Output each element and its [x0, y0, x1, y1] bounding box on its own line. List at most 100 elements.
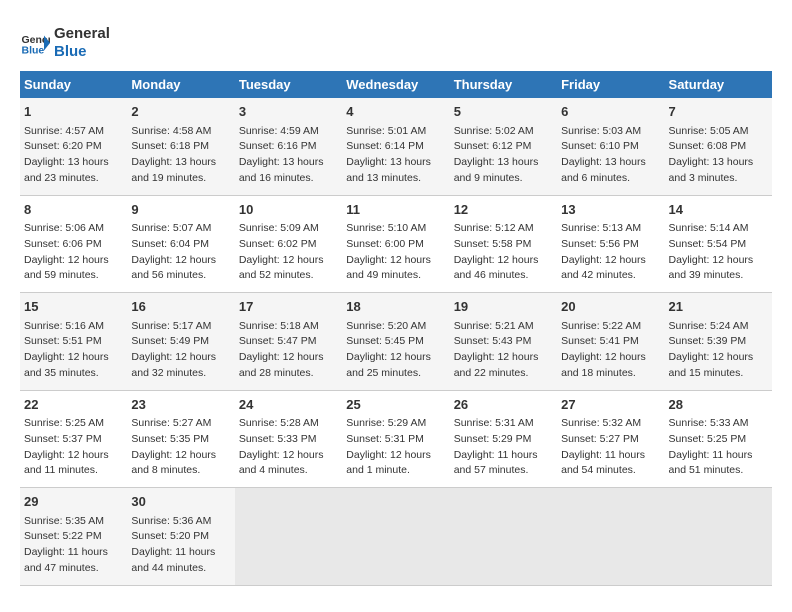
day-info-line: Sunrise: 5:03 AM — [561, 124, 660, 140]
calendar-day-9: 9Sunrise: 5:07 AMSunset: 6:04 PMDaylight… — [127, 195, 234, 293]
calendar-day-3: 3Sunrise: 4:59 AMSunset: 6:16 PMDaylight… — [235, 98, 342, 195]
day-number: 25 — [346, 395, 445, 415]
day-number: 22 — [24, 395, 123, 415]
calendar-day-4: 4Sunrise: 5:01 AMSunset: 6:14 PMDaylight… — [342, 98, 449, 195]
day-info-line: Daylight: 13 hours — [346, 155, 445, 171]
day-info-line: Sunset: 5:54 PM — [669, 237, 768, 253]
day-number: 16 — [131, 297, 230, 317]
day-number: 26 — [454, 395, 553, 415]
day-info-line: Daylight: 13 hours — [24, 155, 123, 171]
day-info-line: Sunrise: 5:33 AM — [669, 416, 768, 432]
calendar-table: SundayMondayTuesdayWednesdayThursdayFrid… — [20, 71, 772, 586]
day-info-line: Sunset: 5:35 PM — [131, 432, 230, 448]
day-info-line: Sunrise: 5:16 AM — [24, 319, 123, 335]
day-info-line: Sunrise: 4:57 AM — [24, 124, 123, 140]
day-info-line: Daylight: 12 hours — [24, 350, 123, 366]
day-info-line: Daylight: 12 hours — [346, 253, 445, 269]
empty-cell — [342, 488, 449, 586]
day-info-line: and 32 minutes. — [131, 366, 230, 382]
calendar-week-3: 15Sunrise: 5:16 AMSunset: 5:51 PMDayligh… — [20, 293, 772, 391]
day-info-line: and 16 minutes. — [239, 171, 338, 187]
day-info-line: and 59 minutes. — [24, 268, 123, 284]
day-number: 24 — [239, 395, 338, 415]
day-number: 20 — [561, 297, 660, 317]
day-info-line: and 28 minutes. — [239, 366, 338, 382]
day-info-line: Sunrise: 5:25 AM — [24, 416, 123, 432]
day-info-line: Daylight: 11 hours — [561, 448, 660, 464]
calendar-day-21: 21Sunrise: 5:24 AMSunset: 5:39 PMDayligh… — [665, 293, 772, 391]
day-info-line: Sunrise: 5:07 AM — [131, 221, 230, 237]
calendar-day-8: 8Sunrise: 5:06 AMSunset: 6:06 PMDaylight… — [20, 195, 127, 293]
day-info-line: Sunset: 5:47 PM — [239, 334, 338, 350]
day-info-line: Sunset: 6:10 PM — [561, 139, 660, 155]
day-info-line: and 47 minutes. — [24, 561, 123, 577]
day-info-line: and 42 minutes. — [561, 268, 660, 284]
day-info-line: and 15 minutes. — [669, 366, 768, 382]
day-info-line: and 22 minutes. — [454, 366, 553, 382]
empty-cell — [557, 488, 664, 586]
day-number: 7 — [669, 102, 768, 122]
calendar-day-18: 18Sunrise: 5:20 AMSunset: 5:45 PMDayligh… — [342, 293, 449, 391]
day-info-line: Sunset: 5:29 PM — [454, 432, 553, 448]
day-info-line: Daylight: 13 hours — [239, 155, 338, 171]
day-info-line: Sunset: 5:31 PM — [346, 432, 445, 448]
day-info-line: Sunset: 5:39 PM — [669, 334, 768, 350]
day-info-line: Daylight: 12 hours — [561, 350, 660, 366]
day-info-line: Daylight: 12 hours — [131, 448, 230, 464]
day-info-line: Daylight: 12 hours — [131, 350, 230, 366]
day-info-line: Daylight: 11 hours — [24, 545, 123, 561]
day-info-line: and 51 minutes. — [669, 463, 768, 479]
day-number: 14 — [669, 200, 768, 220]
calendar-day-20: 20Sunrise: 5:22 AMSunset: 5:41 PMDayligh… — [557, 293, 664, 391]
day-info-line: and 8 minutes. — [131, 463, 230, 479]
day-info-line: Daylight: 11 hours — [131, 545, 230, 561]
svg-text:Blue: Blue — [22, 45, 45, 57]
day-info-line: Sunrise: 5:18 AM — [239, 319, 338, 335]
header-wednesday: Wednesday — [342, 71, 449, 98]
day-info-line: and 23 minutes. — [24, 171, 123, 187]
day-info-line: and 18 minutes. — [561, 366, 660, 382]
calendar-day-28: 28Sunrise: 5:33 AMSunset: 5:25 PMDayligh… — [665, 390, 772, 488]
day-number: 4 — [346, 102, 445, 122]
day-info-line: Sunset: 5:56 PM — [561, 237, 660, 253]
day-info-line: and 1 minute. — [346, 463, 445, 479]
day-info-line: Sunset: 5:51 PM — [24, 334, 123, 350]
day-info-line: Sunset: 6:02 PM — [239, 237, 338, 253]
day-number: 10 — [239, 200, 338, 220]
calendar-week-1: 1Sunrise: 4:57 AMSunset: 6:20 PMDaylight… — [20, 98, 772, 195]
calendar-day-6: 6Sunrise: 5:03 AMSunset: 6:10 PMDaylight… — [557, 98, 664, 195]
calendar-day-23: 23Sunrise: 5:27 AMSunset: 5:35 PMDayligh… — [127, 390, 234, 488]
day-info-line: and 6 minutes. — [561, 171, 660, 187]
calendar-day-16: 16Sunrise: 5:17 AMSunset: 5:49 PMDayligh… — [127, 293, 234, 391]
header-saturday: Saturday — [665, 71, 772, 98]
calendar-day-7: 7Sunrise: 5:05 AMSunset: 6:08 PMDaylight… — [665, 98, 772, 195]
day-number: 27 — [561, 395, 660, 415]
day-info-line: Sunset: 6:16 PM — [239, 139, 338, 155]
day-info-line: Sunset: 6:12 PM — [454, 139, 553, 155]
day-info-line: Sunset: 5:58 PM — [454, 237, 553, 253]
calendar-week-4: 22Sunrise: 5:25 AMSunset: 5:37 PMDayligh… — [20, 390, 772, 488]
day-number: 9 — [131, 200, 230, 220]
day-info-line: Sunrise: 5:02 AM — [454, 124, 553, 140]
day-info-line: and 35 minutes. — [24, 366, 123, 382]
day-info-line: Daylight: 12 hours — [131, 253, 230, 269]
calendar-week-5: 29Sunrise: 5:35 AMSunset: 5:22 PMDayligh… — [20, 488, 772, 586]
day-number: 3 — [239, 102, 338, 122]
day-info-line: Daylight: 12 hours — [24, 253, 123, 269]
day-info-line: and 44 minutes. — [131, 561, 230, 577]
day-info-line: Sunset: 5:45 PM — [346, 334, 445, 350]
day-info-line: Daylight: 13 hours — [454, 155, 553, 171]
header-sunday: Sunday — [20, 71, 127, 98]
day-number: 11 — [346, 200, 445, 220]
day-info-line: Sunset: 5:43 PM — [454, 334, 553, 350]
day-info-line: Daylight: 12 hours — [239, 253, 338, 269]
header-tuesday: Tuesday — [235, 71, 342, 98]
day-info-line: Daylight: 12 hours — [346, 448, 445, 464]
calendar-day-24: 24Sunrise: 5:28 AMSunset: 5:33 PMDayligh… — [235, 390, 342, 488]
day-info-line: Sunset: 5:49 PM — [131, 334, 230, 350]
logo: General Blue General Blue — [20, 25, 110, 61]
logo-icon: General Blue — [20, 28, 50, 58]
calendar-day-30: 30Sunrise: 5:36 AMSunset: 5:20 PMDayligh… — [127, 488, 234, 586]
day-info-line: and 52 minutes. — [239, 268, 338, 284]
day-info-line: and 11 minutes. — [24, 463, 123, 479]
